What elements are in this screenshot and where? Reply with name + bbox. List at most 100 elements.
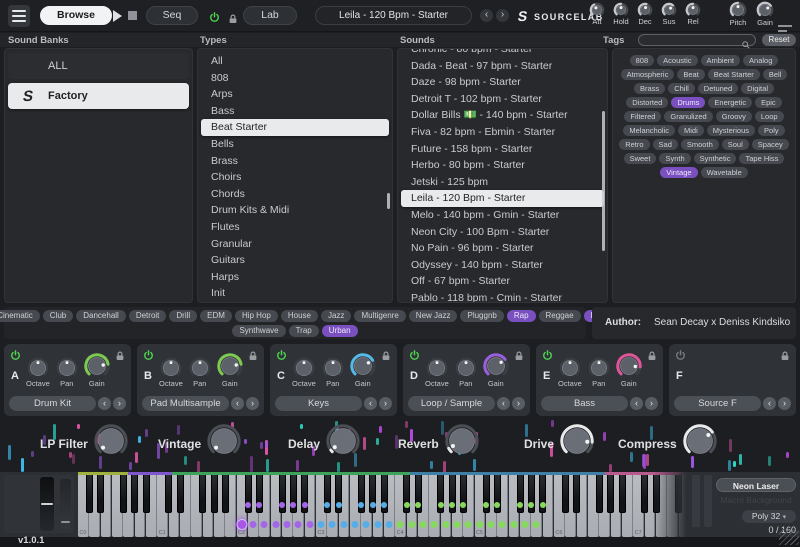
piano-key-black[interactable] bbox=[607, 475, 614, 513]
gain-knob[interactable]: Gain bbox=[217, 353, 243, 388]
tag-chip[interactable]: Spacey bbox=[752, 139, 789, 150]
piano-key-black[interactable] bbox=[131, 475, 138, 513]
piano-key-black[interactable] bbox=[211, 475, 218, 513]
power-icon[interactable] bbox=[10, 348, 21, 366]
power-icon[interactable] bbox=[542, 348, 553, 366]
piano-key-black[interactable] bbox=[256, 475, 263, 513]
piano-key-black[interactable] bbox=[619, 475, 626, 513]
fx-knob[interactable] bbox=[94, 424, 128, 463]
window-resize-dashes[interactable] bbox=[778, 25, 792, 29]
genre-chip[interactable]: Urban bbox=[322, 325, 358, 337]
piano-key-black[interactable] bbox=[279, 475, 286, 513]
preset-next-button[interactable]: › bbox=[496, 9, 509, 22]
type-item[interactable]: Granular bbox=[198, 236, 392, 253]
sound-item[interactable]: Dada - Beat - 97 bpm - Starter bbox=[398, 58, 607, 75]
sound-item[interactable]: Pablo - 118 bpm - Cmin - Starter bbox=[398, 290, 607, 303]
piano-key-black[interactable] bbox=[324, 475, 331, 513]
lab-tab[interactable]: Lab bbox=[243, 6, 297, 25]
piano-key-black[interactable] bbox=[97, 475, 104, 513]
piano-key-black[interactable] bbox=[301, 475, 308, 513]
genre-chip[interactable]: Jazz bbox=[321, 310, 351, 322]
tag-chip[interactable]: Melancholic bbox=[623, 125, 675, 136]
piano-key-black[interactable] bbox=[335, 475, 342, 513]
tag-chip[interactable]: Epic bbox=[755, 97, 782, 108]
tag-chip[interactable]: Acoustic bbox=[657, 55, 697, 66]
play-icon[interactable] bbox=[113, 10, 122, 22]
source-prev-button[interactable]: ‹ bbox=[231, 397, 244, 410]
piano-key-black[interactable] bbox=[143, 475, 150, 513]
tag-chip[interactable]: Poly bbox=[758, 125, 785, 136]
power-icon[interactable] bbox=[209, 10, 220, 28]
octave-knob[interactable]: Octave bbox=[292, 357, 316, 388]
source-prev-button[interactable]: ‹ bbox=[364, 397, 377, 410]
env-knob-rel[interactable]: Rel bbox=[685, 2, 701, 26]
piano-key-black[interactable] bbox=[165, 475, 172, 513]
tag-chip[interactable]: Detuned bbox=[698, 83, 738, 94]
power-icon[interactable] bbox=[409, 348, 420, 366]
piano-key-black[interactable] bbox=[369, 475, 376, 513]
type-item[interactable]: Beat Starter bbox=[201, 119, 389, 136]
source-prev-button[interactable]: ‹ bbox=[763, 397, 776, 410]
tag-chip[interactable]: Brass bbox=[634, 83, 665, 94]
seq-tab[interactable]: Seq bbox=[146, 6, 198, 25]
tag-chip[interactable]: Sweet bbox=[624, 153, 657, 164]
type-item[interactable]: Chords bbox=[198, 186, 392, 203]
sound-item[interactable]: Neon City - 100 Bpm - Starter bbox=[398, 224, 607, 241]
pan-knob[interactable]: Pan bbox=[455, 357, 477, 388]
type-item[interactable]: Brass bbox=[198, 153, 392, 170]
tag-chip[interactable]: Groovy bbox=[716, 111, 752, 122]
source-name[interactable]: Keys bbox=[275, 396, 362, 411]
bank-item-factory[interactable]: SFactory bbox=[8, 83, 189, 109]
tag-chip[interactable]: Chill bbox=[668, 83, 695, 94]
source-next-button[interactable]: › bbox=[778, 397, 791, 410]
sound-item[interactable]: Jetski - 125 bpm bbox=[398, 174, 607, 191]
piano-key-black[interactable] bbox=[120, 475, 127, 513]
piano-key-black[interactable] bbox=[222, 475, 229, 513]
env-knob-att[interactable]: Att bbox=[589, 2, 605, 26]
type-item[interactable]: Guitars bbox=[198, 252, 392, 269]
pan-knob[interactable]: Pan bbox=[56, 357, 78, 388]
preset-prev-button[interactable]: ‹ bbox=[480, 9, 493, 22]
env-knob-hold[interactable]: Hold bbox=[613, 2, 629, 26]
reset-button[interactable]: Reset bbox=[762, 34, 796, 46]
sound-item[interactable]: Leila - 120 Bpm - Starter bbox=[401, 190, 604, 207]
tag-chip[interactable]: Bell bbox=[763, 69, 788, 80]
lock-icon[interactable] bbox=[647, 348, 657, 366]
lock-icon[interactable] bbox=[780, 348, 790, 366]
genre-chip[interactable]: Reggae bbox=[539, 310, 581, 322]
piano-key-black[interactable] bbox=[381, 475, 388, 513]
genre-chip[interactable]: Dancehall bbox=[76, 310, 126, 322]
tag-chip[interactable]: Granulized bbox=[664, 111, 712, 122]
genre-chip[interactable]: New Jazz bbox=[409, 310, 458, 322]
gain-knob[interactable]: Gain bbox=[756, 1, 774, 27]
tag-chip[interactable]: Loop bbox=[755, 111, 784, 122]
tag-chip[interactable]: Mysterious bbox=[707, 125, 755, 136]
tag-chip[interactable]: Sad bbox=[653, 139, 678, 150]
piano-key-black[interactable] bbox=[358, 475, 365, 513]
tag-chip[interactable]: Atmospheric bbox=[621, 69, 675, 80]
piano-key-black[interactable] bbox=[403, 475, 410, 513]
piano-key-black[interactable] bbox=[199, 475, 206, 513]
tag-chip[interactable]: Smooth bbox=[681, 139, 719, 150]
source-name[interactable]: Bass bbox=[541, 396, 628, 411]
tag-chip[interactable]: Beat Starter bbox=[708, 69, 760, 80]
type-item[interactable]: 808 bbox=[198, 70, 392, 87]
piano-key-black[interactable] bbox=[483, 475, 490, 513]
source-next-button[interactable]: › bbox=[246, 397, 259, 410]
tag-chip[interactable]: 808 bbox=[630, 55, 655, 66]
source-prev-button[interactable]: ‹ bbox=[497, 397, 510, 410]
sound-item[interactable]: No Pain - 96 bpm - Starter bbox=[398, 240, 607, 257]
tag-chip[interactable]: Digital bbox=[741, 83, 774, 94]
piano-key-black[interactable] bbox=[528, 475, 535, 513]
source-next-button[interactable]: › bbox=[512, 397, 525, 410]
sound-item[interactable]: Chronic - 80 bpm - Starter bbox=[398, 48, 607, 58]
gain-knob[interactable]: Gain bbox=[350, 353, 376, 388]
genre-chip[interactable]: Drill bbox=[169, 310, 197, 322]
mod-wheel[interactable] bbox=[60, 479, 71, 529]
piano-key-black[interactable] bbox=[539, 475, 546, 513]
piano-key-black[interactable] bbox=[596, 475, 603, 513]
tag-chip[interactable]: Filtered bbox=[624, 111, 661, 122]
genre-chip[interactable]: Trap bbox=[289, 325, 319, 337]
sound-item[interactable]: Future - 158 bpm - Starter bbox=[398, 141, 607, 158]
lock-icon[interactable] bbox=[115, 348, 125, 366]
